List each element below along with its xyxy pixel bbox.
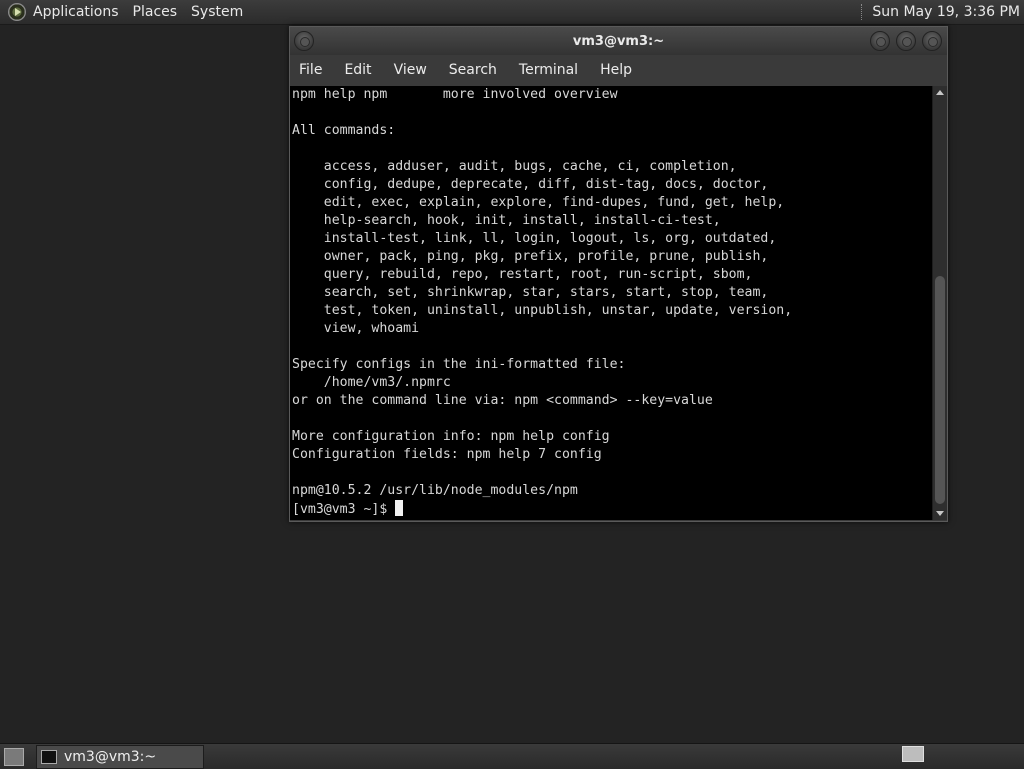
terminal-line: Specify configs in the ini-formatted fil… (292, 357, 626, 372)
menu-help[interactable]: Help (600, 62, 632, 78)
applications-logo-icon[interactable] (8, 3, 26, 21)
terminal-line: More configuration info: npm help config (292, 429, 610, 444)
window-titlebar[interactable]: vm3@vm3:~ (290, 27, 947, 55)
terminal-line: edit, exec, explain, explore, find-dupes… (292, 195, 785, 210)
terminal-line: config, dedupe, deprecate, diff, dist-ta… (292, 177, 769, 192)
bottom-panel: vm3@vm3:~ (0, 743, 1024, 769)
close-button[interactable] (922, 31, 942, 51)
maximize-button[interactable] (896, 31, 916, 51)
terminal-line: /home/vm3/.npmrc (292, 375, 451, 390)
terminal-line: help-search, hook, init, install, instal… (292, 213, 721, 228)
terminal-window: vm3@vm3:~ File Edit View Search Terminal… (289, 26, 948, 522)
minimize-button[interactable] (870, 31, 890, 51)
scroll-up-arrow-icon[interactable] (936, 90, 944, 95)
menu-file[interactable]: File (299, 62, 322, 78)
terminal-line: or on the command line via: npm <command… (292, 393, 713, 408)
top-panel: Applications Places System Sun May 19, 3… (0, 0, 1024, 25)
menubar: File Edit View Search Terminal Help (290, 55, 947, 85)
terminal-line: test, token, uninstall, unpublish, unsta… (292, 303, 793, 318)
window-title: vm3@vm3:~ (572, 33, 665, 49)
clock-area: Sun May 19, 3:36 PM (861, 0, 1024, 24)
terminal-line: npm@10.5.2 /usr/lib/node_modules/npm (292, 483, 578, 498)
terminal-line: npm help npm more involved overview (292, 87, 618, 102)
terminal-line: install-test, link, ll, login, logout, l… (292, 231, 777, 246)
menu-view[interactable]: View (394, 62, 427, 78)
scrollbar-thumb[interactable] (935, 276, 945, 504)
terminal-line: query, rebuild, repo, restart, root, run… (292, 267, 753, 282)
terminal-line: access, adduser, audit, bugs, cache, ci,… (292, 159, 737, 174)
workspace-switcher[interactable] (902, 746, 924, 762)
terminal-output[interactable]: npm help npm more involved overview All … (290, 86, 932, 520)
window-menu-icon[interactable] (294, 31, 314, 51)
menu-places[interactable]: Places (133, 4, 178, 20)
taskbar-item-terminal[interactable]: vm3@vm3:~ (36, 745, 204, 769)
terminal-line: owner, pack, ping, pkg, prefix, profile,… (292, 249, 769, 264)
menu-system[interactable]: System (191, 4, 243, 20)
menu-terminal[interactable]: Terminal (519, 62, 578, 78)
show-desktop-icon[interactable] (4, 748, 24, 766)
clock[interactable]: Sun May 19, 3:36 PM (872, 4, 1020, 20)
terminal-line: view, whoami (292, 321, 420, 336)
panel-separator (861, 4, 864, 20)
terminal-text: npm help npm more involved overview All … (290, 86, 932, 519)
menu-edit[interactable]: Edit (344, 62, 371, 78)
text-cursor (395, 500, 404, 516)
vertical-scrollbar[interactable] (932, 86, 947, 520)
shell-prompt: [vm3@vm3 ~]$ (292, 502, 396, 517)
taskbar-item-label: vm3@vm3:~ (64, 749, 157, 765)
scroll-down-arrow-icon[interactable] (936, 511, 944, 516)
menu-search[interactable]: Search (449, 62, 497, 78)
terminal-icon (41, 750, 57, 764)
terminal-line: All commands: (292, 123, 396, 138)
terminal-line: search, set, shrinkwrap, star, stars, st… (292, 285, 769, 300)
terminal-line: Configuration fields: npm help 7 config (292, 447, 602, 462)
menu-applications[interactable]: Applications (33, 4, 119, 20)
